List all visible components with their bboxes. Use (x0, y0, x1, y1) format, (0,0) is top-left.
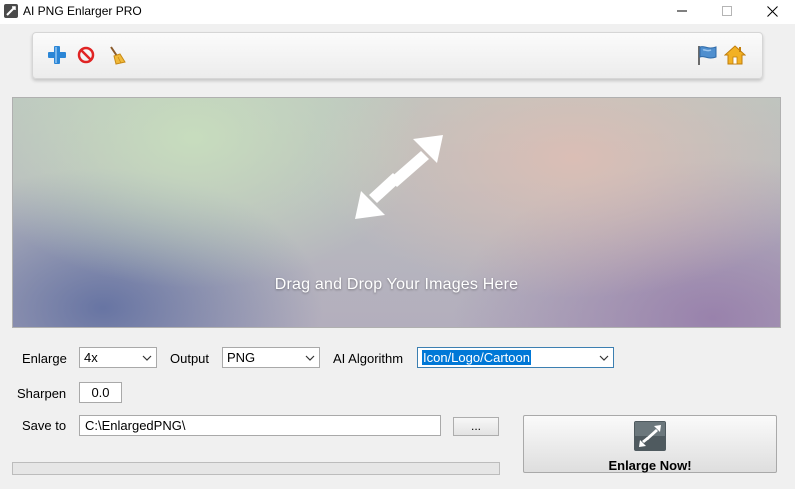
save-to-label: Save to (22, 418, 67, 433)
no-entry-icon[interactable] (75, 44, 97, 66)
progress-bar (12, 462, 500, 475)
home-icon[interactable] (724, 44, 746, 66)
title-bar: AI PNG Enlarger PRO (0, 0, 795, 24)
output-label: Output (170, 351, 210, 366)
sharpen-input[interactable]: 0.0 (79, 382, 122, 403)
maximize-icon (722, 6, 732, 16)
flag-icon[interactable] (696, 44, 718, 66)
ai-algorithm-value: Icon/Logo/Cartoon (422, 350, 531, 365)
chevron-down-icon (305, 355, 315, 361)
plus-icon[interactable] (46, 44, 68, 66)
ai-algorithm-select[interactable]: Icon/Logo/Cartoon (417, 347, 614, 368)
minimize-button[interactable] (662, 0, 702, 22)
minimize-icon (677, 10, 687, 12)
toolbar (32, 32, 763, 79)
drop-area[interactable]: Drag and Drop Your Images Here (12, 97, 781, 328)
drop-instructions: Drag and Drop Your Images Here (274, 276, 519, 293)
window-title: AI PNG Enlarger PRO (23, 4, 142, 18)
close-button[interactable] (752, 0, 792, 22)
chevron-down-icon (142, 355, 152, 361)
save-path-value: C:\EnlargedPNG\ (85, 418, 186, 433)
output-select[interactable]: PNG (222, 347, 320, 368)
enlarge-now-label: Enlarge Now! (608, 458, 692, 473)
output-value: PNG (227, 350, 256, 365)
chevron-down-icon (599, 355, 609, 361)
enlarge-now-button[interactable]: Enlarge Now! (523, 415, 777, 473)
enlarge-select[interactable]: 4x (79, 347, 157, 368)
browse-button[interactable]: ... (453, 417, 499, 436)
close-icon (766, 5, 778, 17)
enlarge-value: 4x (84, 350, 98, 365)
sharpen-label: Sharpen (17, 386, 67, 401)
maximize-button[interactable] (707, 0, 747, 22)
enlarge-icon (634, 421, 666, 451)
app-icon (4, 4, 18, 18)
sharpen-value: 0.0 (91, 385, 110, 400)
ai-algorithm-label: AI Algorithm (333, 351, 404, 366)
broom-icon[interactable] (105, 44, 127, 66)
enlarge-label: Enlarge (22, 351, 67, 366)
resize-arrow-icon (355, 135, 443, 219)
save-path-input[interactable]: C:\EnlargedPNG\ (79, 415, 441, 436)
